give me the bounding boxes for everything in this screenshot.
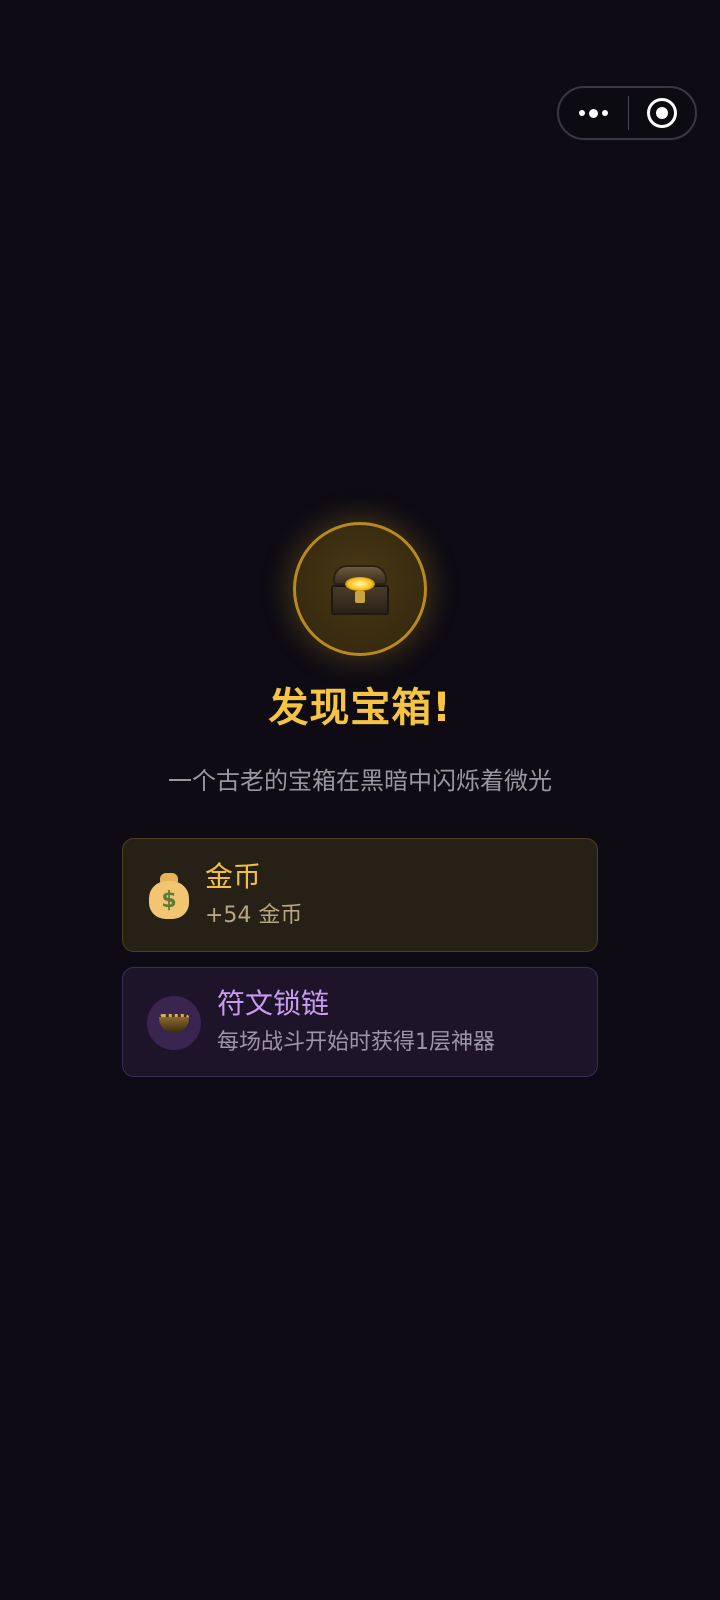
mini-program-capsule xyxy=(557,86,697,140)
more-dots-icon[interactable] xyxy=(559,88,628,138)
event-title: 发现宝箱! xyxy=(268,685,452,731)
reward-card-relic[interactable]: 符文锁链 每场战斗开始时获得1层神器 xyxy=(122,967,598,1077)
reward-detail: 每场战斗开始时获得1层神器 xyxy=(217,1030,495,1055)
event-description: 一个古老的宝箱在黑暗中闪烁着微光 xyxy=(168,767,552,795)
treasure-chest-medallion xyxy=(293,522,427,656)
target-close-icon xyxy=(647,98,677,128)
treasure-event-screen: 发现宝箱! 一个古老的宝箱在黑暗中闪烁着微光 $ 金币 +54 金币 符文锁链 … xyxy=(0,0,720,1600)
reward-detail: +54 金币 xyxy=(205,903,303,928)
rune-chain-icon xyxy=(147,996,201,1050)
reward-name: 金币 xyxy=(205,860,262,893)
treasure-chest-icon xyxy=(331,563,389,615)
close-button[interactable] xyxy=(629,88,695,138)
reward-card-gold[interactable]: $ 金币 +54 金币 xyxy=(122,838,598,952)
money-bag-icon: $ xyxy=(147,873,191,919)
reward-name: 符文锁链 xyxy=(217,987,330,1020)
